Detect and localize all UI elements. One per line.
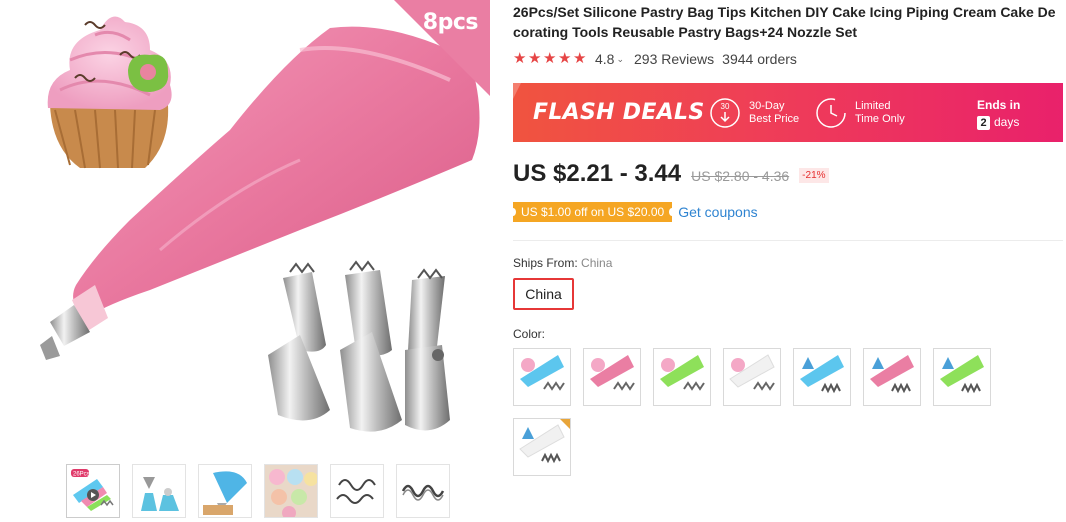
- star-icon: ★: [558, 50, 572, 67]
- color-swatch-2[interactable]: [583, 348, 641, 406]
- ends-in-label: Ends in: [977, 98, 1021, 112]
- thumbnail-image: [336, 479, 376, 504]
- best-price-feature: 30 30-Day Best Price: [709, 96, 799, 130]
- swatch-image: [940, 355, 984, 394]
- thumbnail-1[interactable]: 26Pcs: [66, 464, 120, 518]
- color-swatch-1[interactable]: [513, 348, 571, 406]
- swatch-image: [519, 419, 570, 464]
- ends-days-unit: days: [994, 115, 1020, 129]
- coupon-tag[interactable]: US $1.00 off on US $20.00: [509, 202, 676, 222]
- thumbnail-2[interactable]: [132, 464, 186, 518]
- chevron-down-icon[interactable]: ⌄: [616, 54, 624, 65]
- product-title: 26Pcs/Set Silicone Pastry Bag Tips Kitch…: [513, 4, 1056, 40]
- thumbnail-image: [141, 477, 179, 511]
- ships-from-selected: China: [581, 256, 613, 270]
- swatch-image: [870, 355, 914, 394]
- best-price-line2: Best Price: [749, 113, 800, 125]
- flash-deals-banner: FLASH DEALS 30 30-Day Best Price Limited…: [513, 83, 1063, 142]
- limited-time-feature: Limited Time Only: [815, 96, 905, 130]
- section-divider: [513, 240, 1063, 241]
- price-row: US $2.21 - 3.44 US $2.80 - 4.36 -21%: [513, 160, 829, 188]
- discount-badge: -21%: [799, 168, 829, 183]
- product-info-panel: 26Pcs/Set Silicone Pastry Bag Tips Kitch…: [509, 0, 1066, 522]
- limited-line1: Limited: [855, 100, 891, 112]
- color-swatch-8[interactable]: [513, 418, 571, 476]
- badge-text: 8pcs: [422, 10, 479, 35]
- ends-days-value: 2: [977, 116, 990, 130]
- ships-from-label: Ships From: China: [513, 256, 612, 270]
- best-price-line1: 30-Day: [749, 100, 785, 112]
- thumbnail-strip: 26Pcs: [66, 464, 450, 518]
- thumbnail-image: [265, 465, 317, 517]
- color-label: Color:: [513, 327, 546, 341]
- clock-icon: [816, 98, 846, 128]
- star-rating[interactable]: ★ ★ ★ ★ ★: [513, 50, 587, 67]
- ships-from-title: Ships From:: [513, 256, 578, 270]
- ends-in-countdown: Ends in 2 days: [977, 97, 1020, 131]
- swatch-image: [520, 355, 565, 391]
- swatch-image: [800, 355, 844, 394]
- thumbnail-4[interactable]: [264, 464, 318, 518]
- reviews-link[interactable]: 293 Reviews: [634, 51, 714, 67]
- get-coupons-link[interactable]: Get coupons: [678, 204, 757, 220]
- calendar-30-icon: 30: [710, 98, 740, 128]
- star-icon: ★: [528, 50, 542, 67]
- thumbnail-3[interactable]: [198, 464, 252, 518]
- flash-deals-title: FLASH DEALS: [533, 100, 705, 125]
- swatch-image: [729, 354, 775, 391]
- thumbnail-image: [401, 484, 445, 501]
- color-swatch-3[interactable]: [653, 348, 711, 406]
- star-icon: ★: [573, 50, 587, 67]
- coupon-row: US $1.00 off on US $20.00 Get coupons: [509, 202, 758, 222]
- thumbnail-badge: 26Pcs: [73, 472, 90, 478]
- color-swatch-7[interactable]: [933, 348, 991, 406]
- nozzle-group: [268, 260, 450, 432]
- limited-line2: Time Only: [855, 113, 905, 125]
- orders-count: 3944 orders: [722, 51, 797, 67]
- thumbnail-image: [203, 471, 247, 515]
- thumbnail-6[interactable]: [396, 464, 450, 518]
- swatch-image: [660, 355, 705, 391]
- current-price: US $2.21 - 3.44: [513, 160, 682, 187]
- star-icon: ★: [513, 50, 527, 67]
- color-swatch-5[interactable]: [793, 348, 851, 406]
- thumbnail-5[interactable]: [330, 464, 384, 518]
- rating-value[interactable]: 4.8: [595, 51, 614, 67]
- color-swatch-4[interactable]: [723, 348, 781, 406]
- rating-row: ★ ★ ★ ★ ★ 4.8 ⌄ 293 Reviews 3944 orders: [513, 50, 797, 68]
- star-icon: ★: [543, 50, 557, 67]
- main-product-image[interactable]: 8pcs: [0, 0, 490, 452]
- color-swatch-6[interactable]: [863, 348, 921, 406]
- swatch-image: [590, 355, 635, 391]
- ship-option-china[interactable]: China: [513, 278, 574, 310]
- thumbnail-image: 26Pcs: [71, 469, 114, 511]
- original-price: US $2.80 - 4.36: [691, 167, 790, 184]
- calendar-30-icon-text: 30: [721, 102, 730, 111]
